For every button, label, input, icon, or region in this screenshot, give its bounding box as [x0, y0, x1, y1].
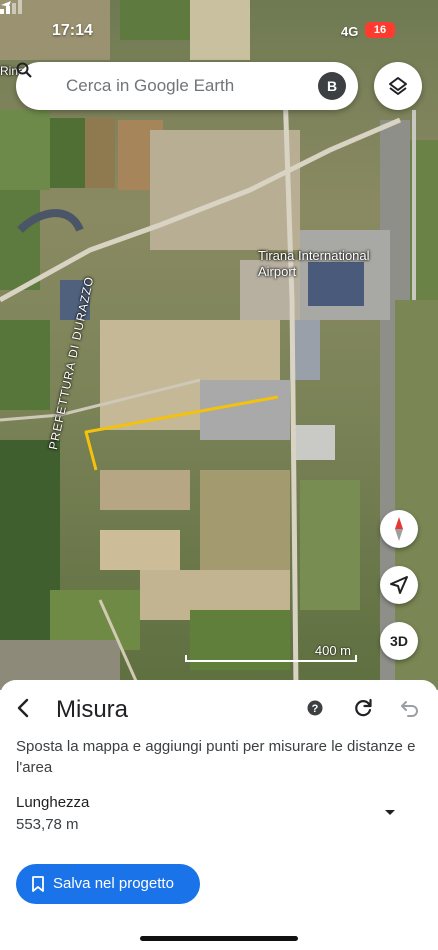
save-button-label: Salva nel progetto: [53, 875, 174, 892]
length-value: 553,78 m: [16, 816, 79, 833]
signal-icon: [0, 0, 22, 14]
back-icon[interactable]: [10, 694, 38, 722]
home-indicator[interactable]: [140, 936, 298, 941]
panel-title: Misura: [56, 696, 129, 723]
instructions-text: Sposta la mappa e aggiungi punti per mis…: [16, 738, 416, 776]
navigation-arrow-icon: [390, 576, 408, 594]
length-label: Lunghezza: [16, 794, 90, 811]
bookmark-icon: [32, 876, 44, 892]
layers-button[interactable]: [374, 62, 422, 110]
search-input[interactable]: [66, 72, 306, 100]
save-to-project-button[interactable]: Salva nel progetto: [16, 864, 200, 904]
battery-indicator: 16: [365, 22, 395, 38]
compass-button[interactable]: [380, 510, 418, 548]
compass-icon: [395, 517, 403, 541]
account-avatar[interactable]: B: [318, 72, 346, 100]
network-type: 4G: [341, 24, 359, 39]
help-icon[interactable]: ?: [307, 700, 323, 716]
layers-icon: [389, 77, 407, 95]
map-label-airport: Tirana International Airport: [258, 248, 370, 279]
scale-bar: [185, 655, 357, 662]
status-bar: 17:14 4G 16: [0, 0, 438, 58]
measure-panel: Misura ? Sposta la mappa e aggiungi punt…: [0, 680, 438, 950]
status-time: 17:14: [52, 22, 93, 39]
3d-toggle-button[interactable]: 3D: [380, 622, 418, 660]
my-location-button[interactable]: [380, 566, 418, 604]
search-icon: [16, 62, 32, 78]
svg-text:?: ?: [312, 703, 319, 715]
map-scale: 400 m: [185, 643, 357, 662]
chevron-down-icon[interactable]: [380, 804, 400, 820]
undo-icon[interactable]: [400, 698, 420, 718]
refresh-icon[interactable]: [352, 697, 374, 719]
search-bar[interactable]: B: [16, 62, 358, 110]
satellite-map[interactable]: 17:14 4G 16 Rina Tirana International Ai…: [0, 0, 438, 690]
